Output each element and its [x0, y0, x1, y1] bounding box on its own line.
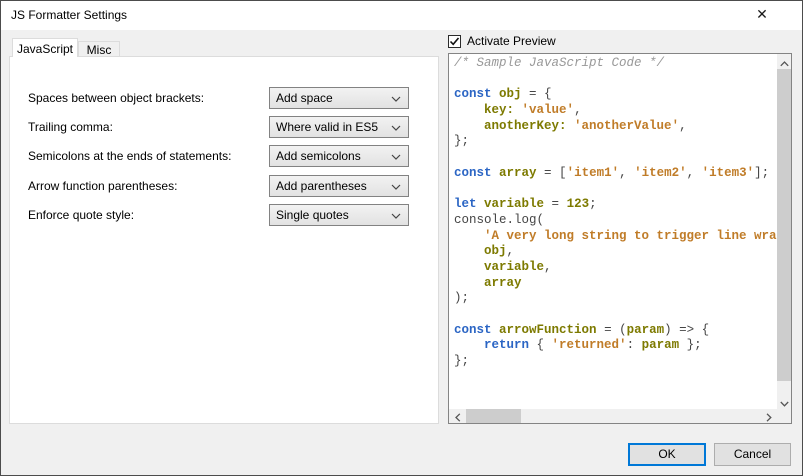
code-line: let variable = 123; [454, 197, 777, 213]
titlebar: JS Formatter Settings ✕ [1, 1, 802, 30]
dropdown-value: Where valid in ES5 [276, 120, 378, 134]
form-label: Arrow function parentheses: [28, 175, 177, 197]
code-line [454, 307, 777, 323]
code-line: variable, [454, 260, 777, 276]
js-formatter-settings-dialog: JS Formatter Settings ✕ JavaScriptMisc S… [0, 0, 803, 476]
dropdown-value: Single quotes [276, 208, 349, 222]
code-line: console.log( [454, 213, 777, 229]
tab-misc[interactable]: Misc [78, 41, 120, 56]
form-label: Spaces between object brackets: [28, 87, 204, 109]
form-label: Trailing comma: [28, 116, 113, 138]
dropdown-0[interactable]: Add space [269, 87, 409, 109]
cancel-button[interactable]: Cancel [714, 443, 791, 466]
form-label: Enforce quote style: [28, 204, 134, 226]
code-line [454, 150, 777, 166]
tab-javascript[interactable]: JavaScript [12, 38, 78, 57]
code-line [454, 72, 777, 88]
scroll-up-icon[interactable] [777, 54, 791, 69]
chevron-down-icon [391, 154, 401, 160]
ok-button[interactable]: OK [628, 443, 706, 466]
dropdown-4[interactable]: Single quotes [269, 204, 409, 226]
scroll-right-icon[interactable] [761, 409, 776, 423]
code-line: /* Sample JavaScript Code */ [454, 56, 777, 72]
activate-preview-label: Activate Preview [467, 35, 556, 48]
code-line: }; [454, 134, 777, 150]
scrollbar-corner [777, 409, 791, 423]
code-line: const arrowFunction = (param) => { [454, 323, 777, 339]
code-line: return { 'returned': param }; [454, 338, 777, 354]
window-title: JS Formatter Settings [11, 1, 127, 30]
dropdown-value: Add semicolons [276, 149, 361, 163]
code-line [454, 182, 777, 198]
code-line: ); [454, 291, 777, 307]
chevron-down-icon [391, 96, 401, 102]
code-line: key: 'value', [454, 103, 777, 119]
code-line: 'A very long string to trigger line wrap… [454, 229, 777, 245]
v-scroll-thumb[interactable] [777, 69, 791, 381]
dropdown-3[interactable]: Add parentheses [269, 175, 409, 197]
chevron-down-icon [391, 184, 401, 190]
code-line: anotherKey: 'anotherValue', [454, 119, 777, 135]
close-icon[interactable]: ✕ [746, 1, 778, 30]
code-preview-text: /* Sample JavaScript Code */ const obj =… [449, 54, 777, 409]
code-line: }; [454, 354, 777, 370]
tab-page-javascript [9, 56, 439, 424]
code-preview-panel: /* Sample JavaScript Code */ const obj =… [448, 53, 792, 424]
checkmark-icon [449, 36, 460, 47]
code-line: obj, [454, 244, 777, 260]
vertical-scrollbar[interactable] [777, 54, 791, 409]
activate-preview-checkbox[interactable] [448, 35, 461, 48]
code-line: array [454, 276, 777, 292]
dropdown-1[interactable]: Where valid in ES5 [269, 116, 409, 138]
h-scroll-thumb[interactable] [466, 409, 521, 423]
dropdown-value: Add parentheses [276, 179, 367, 193]
dropdown-2[interactable]: Add semicolons [269, 145, 409, 167]
scroll-left-icon[interactable] [450, 409, 465, 423]
horizontal-scrollbar[interactable] [449, 409, 777, 423]
code-line: const array = ['item1', 'item2', 'item3'… [454, 166, 777, 182]
scroll-down-icon[interactable] [777, 394, 791, 409]
dropdown-value: Add space [276, 91, 333, 105]
chevron-down-icon [391, 213, 401, 219]
chevron-down-icon [391, 125, 401, 131]
form-label: Semicolons at the ends of statements: [28, 145, 231, 167]
code-line: const obj = { [454, 87, 777, 103]
